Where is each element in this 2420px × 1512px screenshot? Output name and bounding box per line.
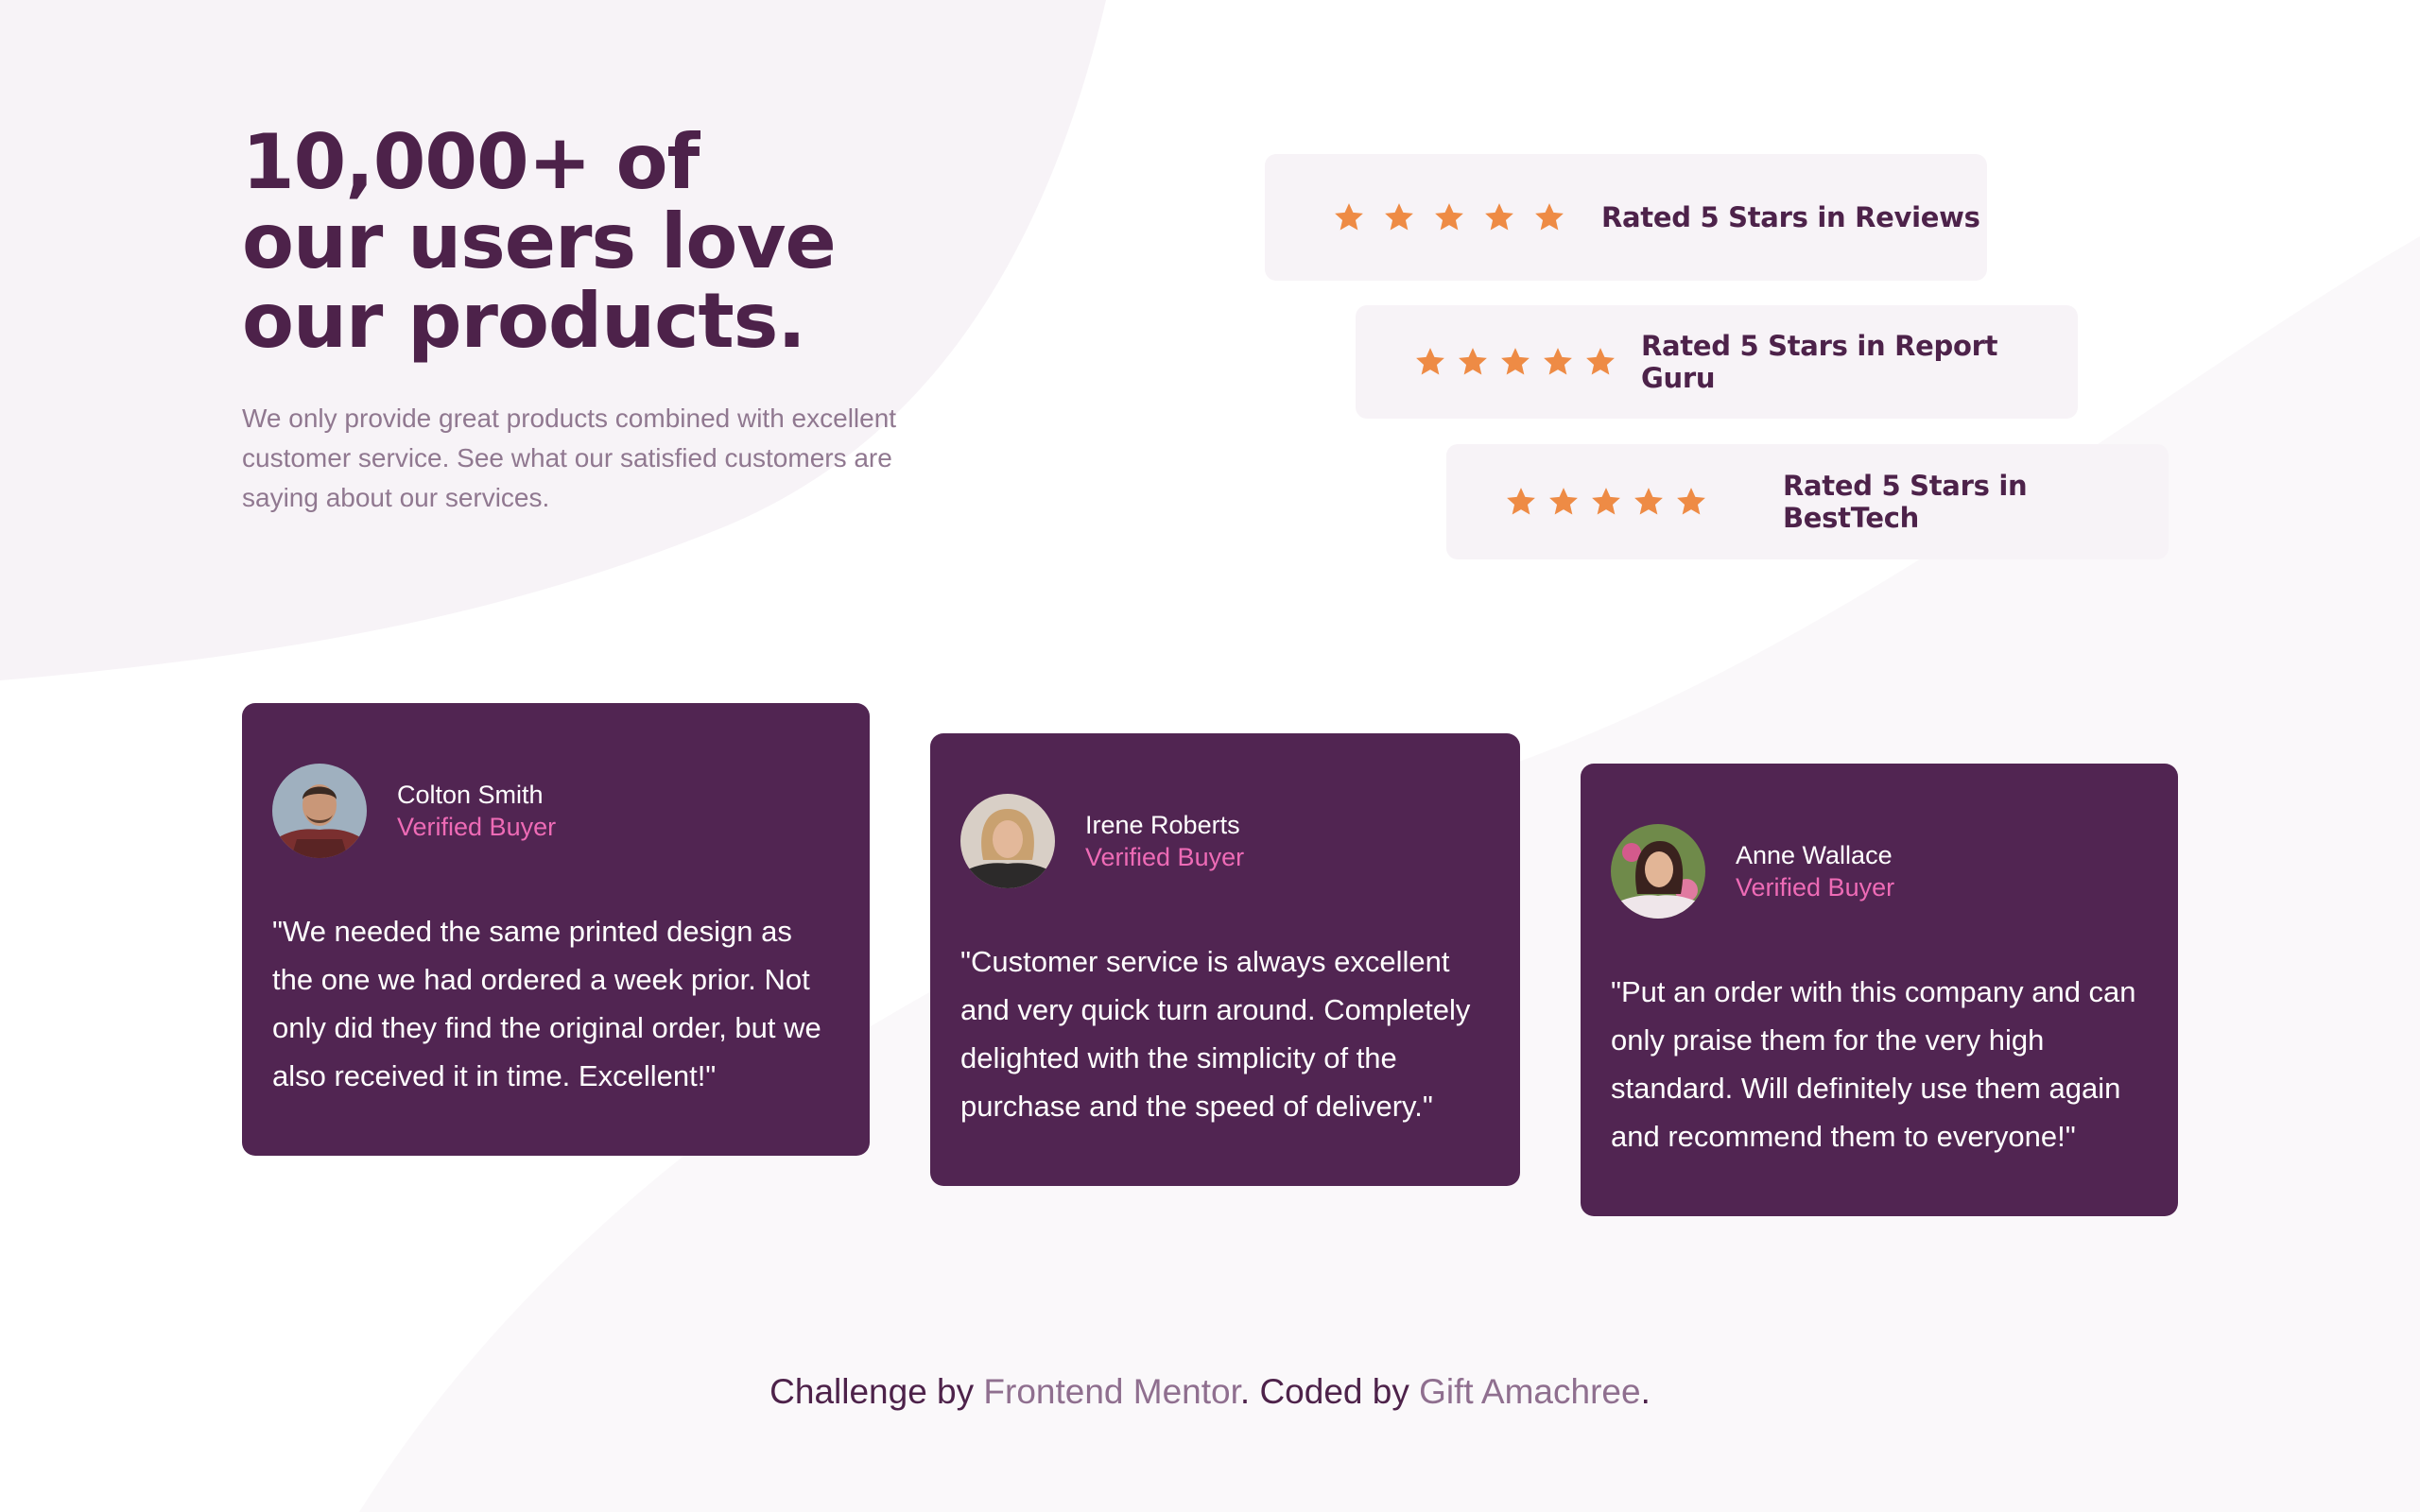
headline-line-1: 10,000+ of	[242, 118, 700, 206]
rating-reviews: Rated 5 Stars in Reviews	[1265, 154, 1987, 281]
star-rating	[1333, 201, 1565, 233]
reviewer-name: Irene Roberts	[1085, 811, 1240, 839]
attribution: Challenge by Frontend Mentor. Coded by G…	[0, 1372, 2420, 1412]
rating-label: Rated 5 Stars in Reviews	[1601, 201, 1980, 233]
avatar	[960, 794, 1055, 888]
rating-label: Rated 5 Stars in Report Guru	[1641, 330, 1998, 394]
star-icon	[1416, 348, 1444, 375]
testimonial-quote: "Put an order with this company and can …	[1611, 975, 2136, 1153]
attribution-suffix: .	[1640, 1372, 1651, 1411]
star-rating	[1505, 486, 1707, 518]
rating-report-guru: Rated 5 Stars in Report Guru	[1356, 305, 2078, 419]
hero-description: We only provide great products combined …	[242, 404, 897, 512]
star-icon	[1501, 348, 1530, 375]
reviewer-name: Anne Wallace	[1736, 841, 1893, 869]
rating-besttech: Rated 5 Stars in BestTech	[1446, 444, 2169, 559]
star-icon	[1535, 203, 1564, 231]
star-icon	[1586, 348, 1615, 375]
star-icon	[1335, 203, 1363, 231]
rating-label: Rated 5 Stars in BestTech	[1783, 470, 2028, 534]
frontend-mentor-link[interactable]: Frontend Mentor	[983, 1372, 1239, 1411]
star-icon	[1549, 488, 1578, 515]
star-icon	[1385, 203, 1413, 231]
page-title: 10,000+ of our users love our products.	[242, 123, 1017, 361]
attribution-prefix: Challenge by	[769, 1372, 984, 1411]
star-icon	[1435, 203, 1463, 231]
attribution-middle: . Coded by	[1239, 1372, 1420, 1411]
verified-badge: Verified Buyer	[1736, 873, 1895, 902]
headline-line-3: our products.	[242, 277, 806, 365]
star-icon	[1634, 488, 1663, 515]
reviewer-header: Colton Smith Verified Buyer	[272, 764, 839, 858]
testimonial-quote: "Customer service is always excellent an…	[960, 945, 1471, 1123]
reviewer-name: Colton Smith	[397, 781, 544, 809]
star-icon	[1677, 488, 1705, 515]
testimonial-card: Colton Smith Verified Buyer "We needed t…	[242, 703, 870, 1156]
testimonial-card: Anne Wallace Verified Buyer "Put an orde…	[1581, 764, 2178, 1216]
star-icon	[1507, 488, 1535, 515]
star-icon	[1459, 348, 1487, 375]
reviewer-info: Irene Roberts Verified Buyer	[1085, 809, 1244, 873]
avatar	[1611, 824, 1705, 919]
avatar	[272, 764, 367, 858]
testimonial-card: Irene Roberts Verified Buyer "Customer s…	[930, 733, 1520, 1186]
headline-line-2: our users love	[242, 198, 837, 285]
reviewer-info: Colton Smith Verified Buyer	[397, 779, 556, 843]
testimonial-quote: "We needed the same printed design as th…	[272, 915, 821, 1092]
reviewer-header: Irene Roberts Verified Buyer	[960, 794, 1490, 888]
reviewer-info: Anne Wallace Verified Buyer	[1736, 839, 1894, 903]
verified-badge: Verified Buyer	[1085, 843, 1245, 871]
reviewer-header: Anne Wallace Verified Buyer	[1611, 824, 2148, 919]
author-link[interactable]: Gift Amachree	[1419, 1372, 1640, 1411]
verified-badge: Verified Buyer	[397, 813, 557, 841]
star-icon	[1544, 348, 1572, 375]
hero-section: 10,000+ of our users love our products. …	[242, 123, 1017, 518]
star-icon	[1592, 488, 1620, 515]
star-rating	[1414, 346, 1616, 378]
star-icon	[1485, 203, 1513, 231]
